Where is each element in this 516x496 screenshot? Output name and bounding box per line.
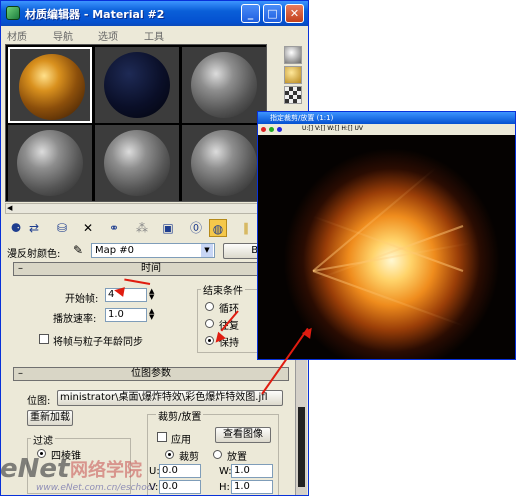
view-image-label: 查看图像: [223, 429, 263, 440]
backlight-icon[interactable]: [284, 66, 302, 84]
window-title: 材质编辑器 - Material #2: [25, 8, 165, 21]
fire-ray: [312, 242, 471, 272]
sync-frames-label: 将帧与粒子年龄同步: [53, 337, 143, 348]
u-input[interactable]: 0.0: [159, 464, 201, 478]
start-frame-input[interactable]: 4: [105, 288, 147, 302]
make-unique-icon[interactable]: ⁂: [133, 219, 151, 237]
fire-ray: [312, 215, 464, 272]
w-input[interactable]: 1.0: [231, 464, 273, 478]
crop-header: 裁剪/放置: [156, 408, 204, 423]
bitmap-rollout[interactable]: – 位图参数: [13, 367, 289, 381]
v-input[interactable]: 0.0: [159, 480, 201, 494]
place-label: 放置: [227, 452, 247, 463]
w-label: W:: [219, 466, 232, 477]
place-radio[interactable]: [213, 450, 222, 459]
loop-radio[interactable]: [205, 302, 214, 311]
time-header: 时间: [141, 263, 161, 274]
menu-navigation[interactable]: 导航: [53, 28, 73, 43]
copy-material-icon[interactable]: ⚭: [105, 219, 123, 237]
minimize-button[interactable]: _: [241, 4, 260, 23]
menu-bar: 材质 导航 选项 工具: [1, 26, 308, 43]
map-name-field[interactable]: Map #0 ▼: [91, 243, 215, 258]
map-name-value: Map #0: [95, 245, 135, 256]
lava-sphere-icon: [19, 54, 85, 120]
sample-slot[interactable]: [95, 125, 179, 201]
chevron-down-icon[interactable]: ▼: [201, 244, 213, 257]
bitmap-label: 位图:: [27, 396, 51, 407]
sphere-icon: [104, 130, 170, 196]
title-bar[interactable]: 材质编辑器 - Material #2 _ □ ✕: [1, 1, 308, 26]
bitmap-header: 位图参数: [131, 368, 171, 379]
reload-label: 重新加载: [30, 412, 70, 423]
start-frame-label: 开始帧:: [65, 294, 99, 305]
sample-slot[interactable]: [182, 125, 266, 201]
sample-slot[interactable]: [182, 47, 266, 123]
reload-button[interactable]: 重新加载: [27, 410, 73, 426]
end-condition-header: 结束条件: [201, 282, 245, 297]
preview-title[interactable]: 指定裁剪/放置 (1:1): [258, 112, 515, 124]
collapse-icon: –: [18, 368, 23, 379]
apply-checkbox[interactable]: [157, 432, 167, 442]
h-label: H:: [219, 482, 230, 493]
menu-options[interactable]: 选项: [98, 28, 118, 43]
preview-toolbar: U:[] V:[] W:[] H:[] UV: [258, 124, 515, 135]
spinner-icon[interactable]: ▲ ▼: [149, 288, 154, 301]
show-end-result-icon[interactable]: ∥: [237, 219, 255, 237]
sphere-icon: [191, 52, 257, 118]
horizontal-scrollbar[interactable]: ◀: [5, 203, 267, 214]
sync-frames-checkbox[interactable]: [39, 334, 49, 344]
bitmap-path-button[interactable]: ministrator\桌面\爆炸特效\彩色爆炸特效图.jfl: [57, 390, 283, 406]
crop-label: 裁剪: [179, 452, 199, 463]
playback-rate-input[interactable]: 1.0: [105, 308, 147, 322]
filter-header: 过滤: [31, 432, 55, 447]
red-channel-icon[interactable]: [261, 127, 266, 132]
sample-slot[interactable]: [95, 47, 179, 123]
preview-coords: U:[] V:[] W:[] H:[] UV: [302, 125, 364, 132]
bitmap-path: ministrator\桌面\爆炸特效\彩色爆炸特效图.jfl: [60, 392, 268, 403]
maximize-button[interactable]: □: [263, 4, 282, 23]
dark-sphere-icon: [104, 52, 170, 118]
map-slot-label: 漫反射颜色:: [7, 249, 61, 260]
h-input[interactable]: 1.0: [231, 480, 273, 494]
apply-label: 应用: [171, 435, 191, 446]
sample-slots: [5, 44, 267, 202]
time-rollout[interactable]: – 时间: [13, 262, 289, 276]
scroll-thumb[interactable]: [298, 407, 305, 487]
put-library-icon[interactable]: ▣: [159, 219, 177, 237]
green-channel-icon[interactable]: [269, 127, 274, 132]
eyedropper-icon[interactable]: ✎: [73, 243, 83, 257]
sample-slot[interactable]: [8, 125, 92, 201]
put-to-scene-icon[interactable]: ⇄: [25, 219, 43, 237]
explosion-image[interactable]: [258, 135, 515, 359]
sphere-icon: [17, 130, 83, 196]
get-material-icon[interactable]: ⚈: [7, 219, 25, 237]
crop-radio[interactable]: [165, 450, 174, 459]
close-button[interactable]: ✕: [285, 4, 304, 23]
pingpong-radio[interactable]: [205, 319, 214, 328]
menu-tools[interactable]: 工具: [144, 28, 164, 43]
annotation-arrowhead: [113, 285, 125, 297]
scroll-left-icon[interactable]: ◀: [7, 205, 15, 212]
fire-ray: [312, 270, 464, 327]
spinner-icon[interactable]: ▲ ▼: [149, 308, 154, 321]
sphere-icon: [191, 130, 257, 196]
watermark-cn: 网络学院: [70, 460, 142, 481]
watermark-logo: eNet: [0, 454, 70, 484]
sample-slot[interactable]: [8, 47, 92, 123]
view-image-button[interactable]: 查看图像: [215, 427, 271, 443]
crop-preview-window: 指定裁剪/放置 (1:1) U:[] V:[] W:[] H:[] UV: [257, 111, 516, 360]
playback-rate-label: 播放速率:: [53, 314, 97, 325]
show-map-icon[interactable]: ◍: [209, 219, 227, 237]
sample-type-icon[interactable]: [284, 46, 302, 64]
background-icon[interactable]: [284, 86, 302, 104]
app-icon: [6, 6, 20, 20]
menu-material[interactable]: 材质: [7, 28, 27, 43]
blue-channel-icon[interactable]: [277, 127, 282, 132]
watermark-url: www.eNet.com.cn/eschool: [36, 483, 155, 493]
material-id-icon[interactable]: ⓪: [187, 219, 205, 237]
collapse-icon: –: [18, 263, 23, 274]
assign-material-icon[interactable]: ⛁: [53, 219, 71, 237]
delete-icon[interactable]: ✕: [79, 219, 97, 237]
